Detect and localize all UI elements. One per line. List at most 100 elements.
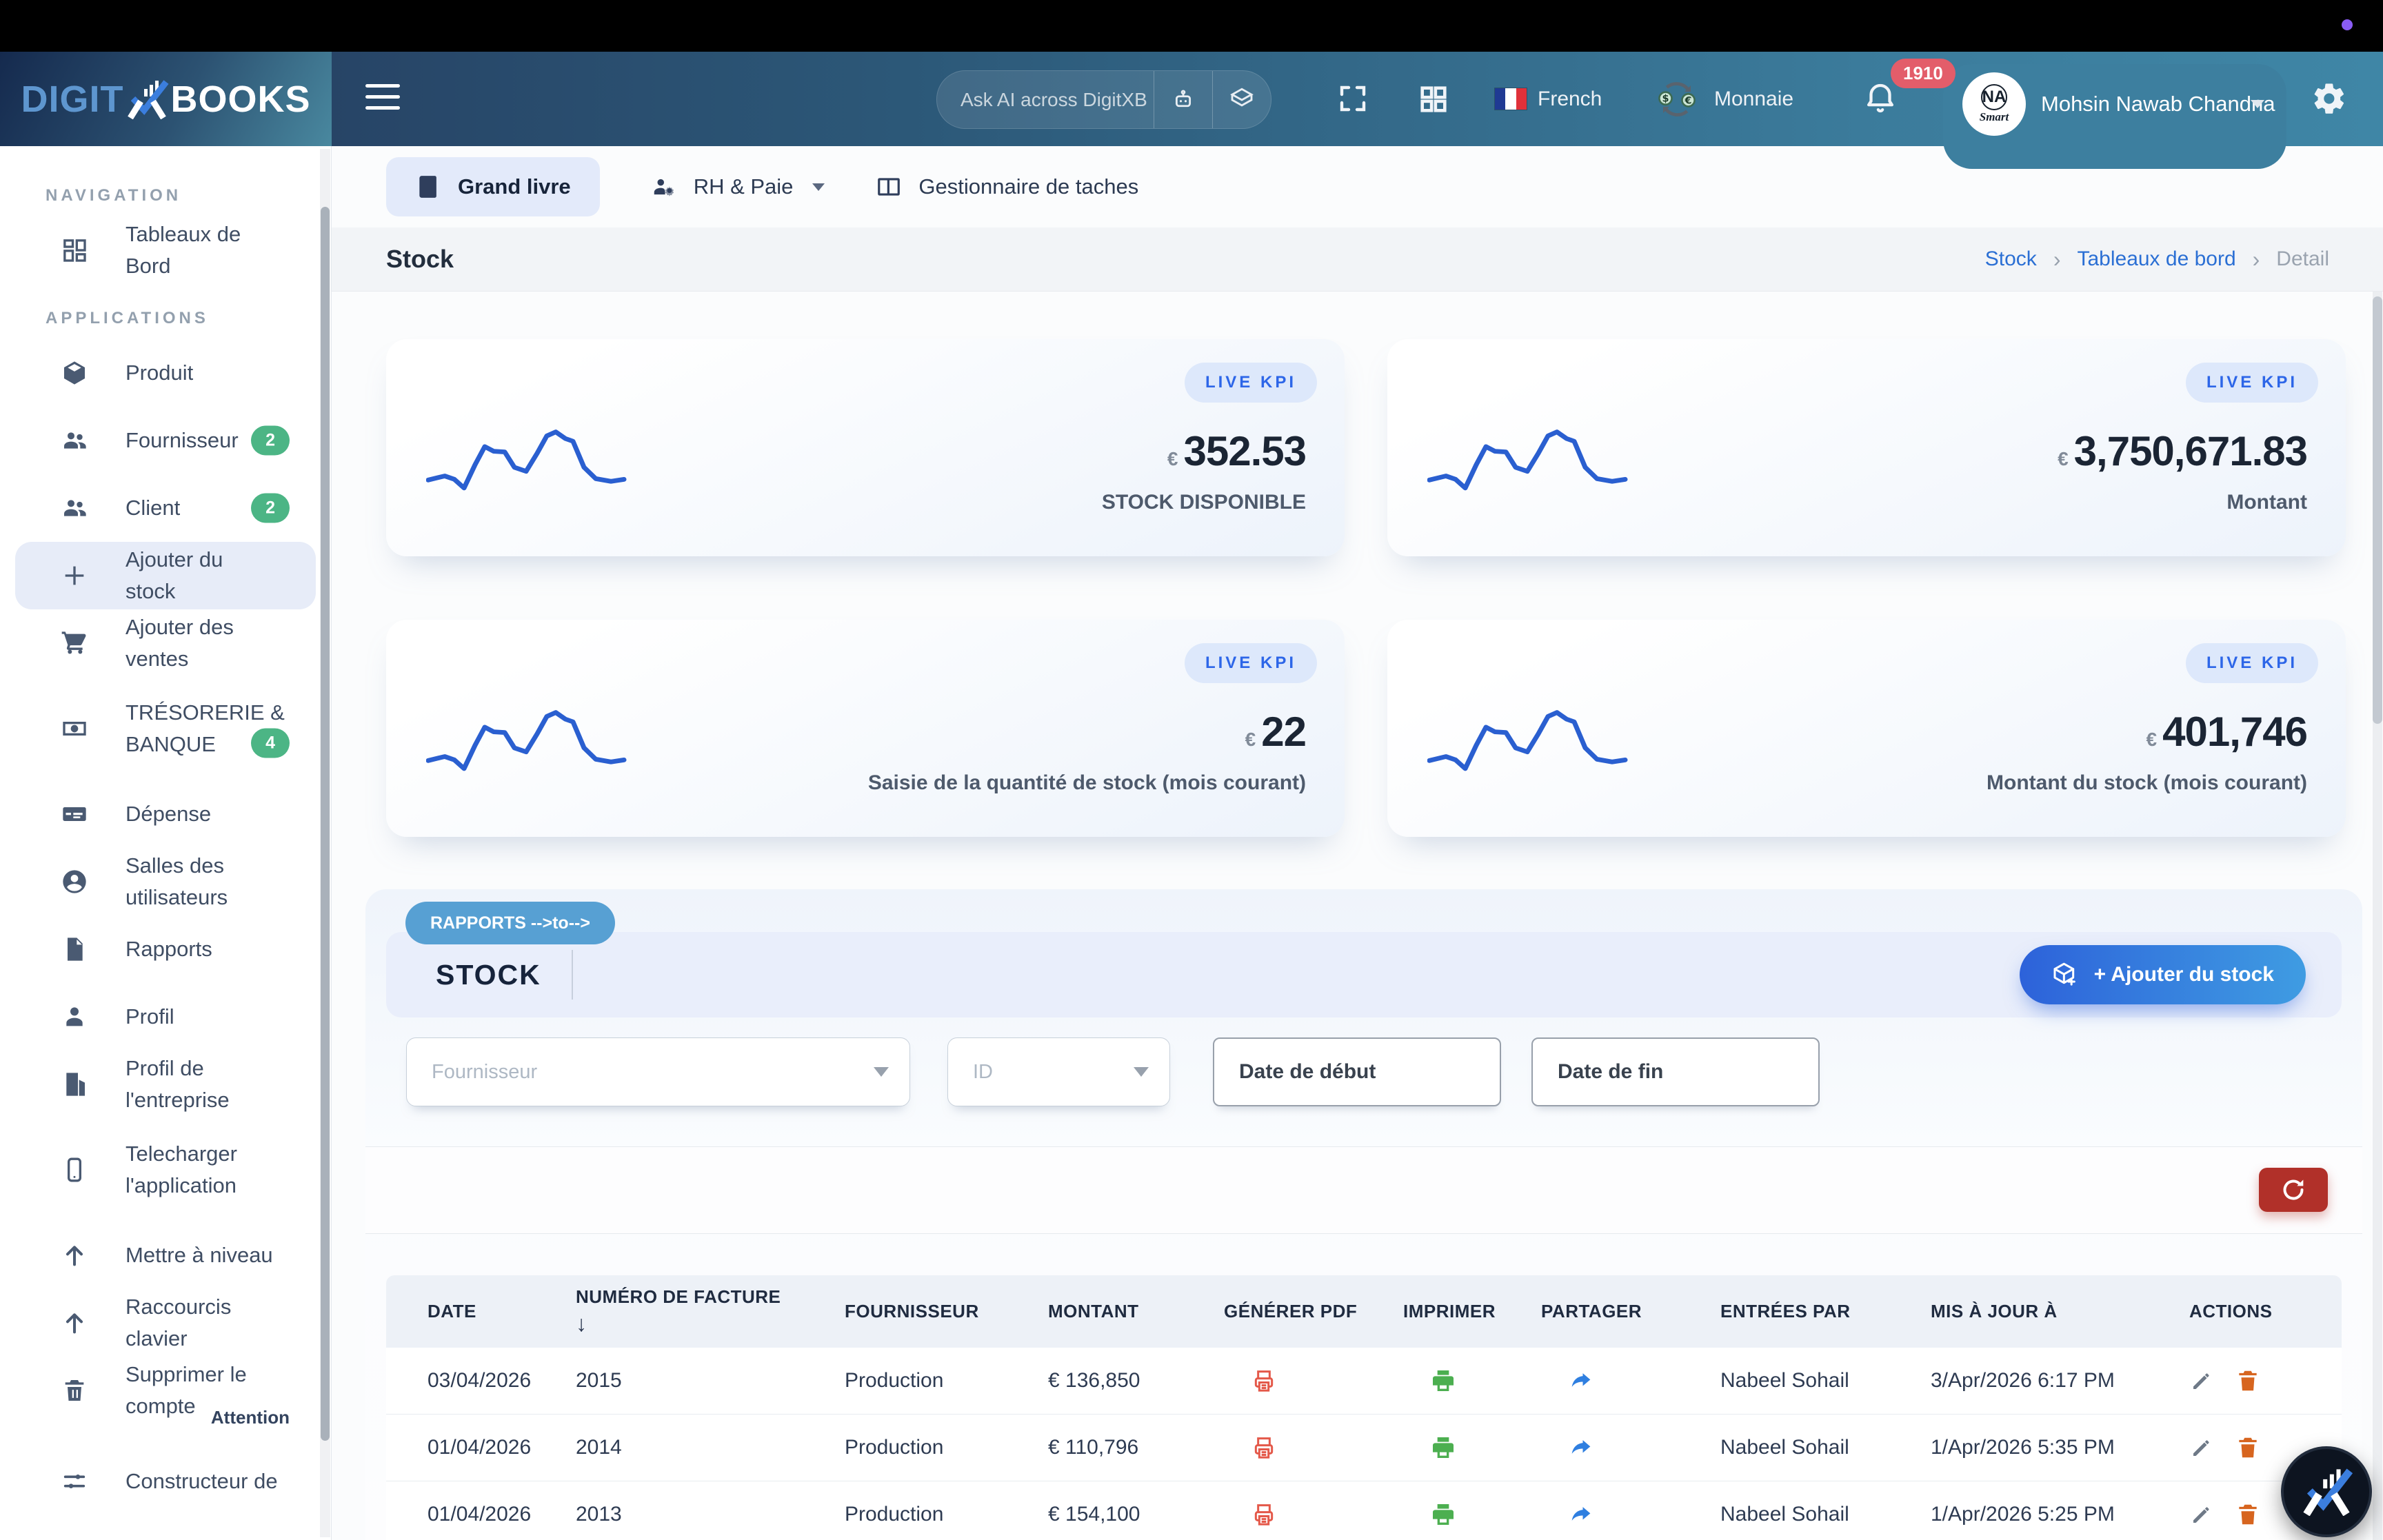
sidebar-item-fournisseur[interactable]: Fournisseur 2 (0, 407, 331, 474)
sidebar-item-produit[interactable]: Produit (0, 339, 331, 407)
sidebar-item-profil[interactable]: Profil (0, 983, 331, 1051)
cell-invoice: 2013 (576, 1503, 845, 1526)
live-kpi-badge: LIVE KPI (1185, 643, 1317, 683)
fournisseur-filter-select[interactable]: Fournisseur (406, 1037, 910, 1106)
box-plus-icon (2051, 961, 2079, 989)
sparkline-chart (1427, 682, 1634, 789)
tab-label: Grand livre (458, 174, 571, 199)
cell-supplier: Production (845, 1503, 1048, 1526)
sidebar-item-raccourcis-clavier[interactable]: Raccourcis clavier (0, 1289, 331, 1357)
sidebar-item-profil-entreprise[interactable]: Profil de l'entreprise (0, 1051, 331, 1118)
sidebar-item-rapports[interactable]: Rapports (0, 915, 331, 983)
tab-grand-livre[interactable]: Grand livre (386, 157, 600, 216)
live-kpi-badge: LIVE KPI (2186, 363, 2318, 403)
delete-trash-icon[interactable] (2235, 1368, 2261, 1394)
refresh-button[interactable] (2259, 1168, 2328, 1212)
table-toolbar (365, 1146, 2362, 1234)
print-icon[interactable] (1429, 1434, 1457, 1461)
share-icon[interactable] (1567, 1367, 1595, 1395)
sidebar-item-depense[interactable]: Dépense (0, 780, 331, 848)
kpi-value: 401,746 (2162, 708, 2307, 756)
screen-top-bar (0, 0, 2383, 52)
add-stock-button[interactable]: + Ajouter du stock (2020, 945, 2306, 1004)
expand-chevron-icon[interactable] (2341, 1369, 2342, 1392)
live-kpi-badge: LIVE KPI (1185, 363, 1317, 403)
logo-text-books: BOOKS (170, 78, 310, 121)
svg-text:$: $ (1662, 94, 1669, 105)
currency-selector[interactable]: Monnaie (1714, 52, 1793, 146)
date-end-label: Date de fin (1558, 1060, 1663, 1084)
select-placeholder: Fournisseur (432, 1061, 537, 1084)
brand-floating-button[interactable] (2281, 1446, 2372, 1537)
date-start-input[interactable]: Date de début (1213, 1037, 1501, 1106)
svg-text:€: € (1685, 95, 1692, 106)
gear-icon[interactable] (2311, 81, 2347, 116)
breadcrumb-tableaux[interactable]: Tableaux de bord (2077, 247, 2235, 271)
language-selector[interactable]: French (1538, 52, 1602, 146)
user-menu[interactable]: NASmart Mohsin Nawab Chandna (1943, 64, 2286, 169)
breadcrumb-stock[interactable]: Stock (1985, 247, 2037, 271)
sidebar-item-client[interactable]: Client 2 (0, 474, 331, 542)
stock-table: DATE NUMÉRO DE FACTURE↓ FOURNISSEUR MONT… (386, 1275, 2342, 1540)
sidebar: NAVIGATION Tableaux de Bord APPLICATIONS… (0, 146, 332, 1540)
share-icon[interactable] (1567, 1501, 1595, 1528)
tab-gestionnaire-de-taches[interactable]: Gestionnaire de taches (876, 174, 1138, 200)
sidebar-item-mettre-a-niveau[interactable]: Mettre à niveau (0, 1222, 331, 1289)
digitxbooks-logo: DIGIT BOOKS (21, 78, 310, 121)
edit-pencil-icon[interactable] (2189, 1502, 2214, 1527)
generate-pdf-icon[interactable] (1250, 1501, 1278, 1528)
edit-pencil-icon[interactable] (2189, 1368, 2214, 1393)
bell-icon[interactable] (1862, 79, 1899, 116)
main-scrollbar-thumb[interactable] (2373, 296, 2382, 724)
currency-symbol: € (1245, 729, 1256, 751)
share-icon[interactable] (1567, 1434, 1595, 1461)
date-start-label: Date de début (1239, 1060, 1376, 1084)
generate-pdf-icon[interactable] (1250, 1367, 1278, 1395)
cell-amount: € 154,100 (1048, 1503, 1224, 1526)
print-icon[interactable] (1429, 1367, 1457, 1395)
id-filter-select[interactable]: ID (947, 1037, 1170, 1106)
section-title: STOCK (436, 959, 541, 991)
date-end-input[interactable]: Date de fin (1531, 1037, 1820, 1106)
chevron-down-icon (812, 183, 825, 191)
print-icon[interactable] (1429, 1501, 1457, 1528)
attention-note: Attention (211, 1407, 290, 1428)
breadcrumb-detail: Detail (2276, 247, 2329, 271)
cell-amount: € 136,850 (1048, 1369, 1224, 1392)
currency-exchange-icon[interactable]: $ € (1655, 77, 1699, 121)
cell-entered-by: Nabeel Sohail (1720, 1436, 1931, 1459)
sort-desc-icon[interactable]: ↓ (576, 1310, 835, 1337)
hamburger-menu-icon[interactable] (365, 84, 400, 110)
sidebar-item-supprimer-le-compte[interactable]: Supprimer le compte Attention (0, 1357, 331, 1424)
sliders-icon (61, 1468, 88, 1495)
caret-down-icon (1134, 1067, 1149, 1077)
tab-rh-paie[interactable]: RH & Paie (651, 174, 825, 200)
delete-trash-icon[interactable] (2235, 1435, 2261, 1461)
col-supplier: FOURNISSEUR (845, 1300, 1048, 1323)
sidebar-item-constructeur[interactable]: Constructeur de (0, 1448, 331, 1515)
sidebar-item-salles-des-utilisateurs[interactable]: Salles des utilisateurs (0, 848, 331, 915)
ai-search-input[interactable] (937, 89, 1154, 111)
sidebar-item-tableaux-de-bord[interactable]: Tableaux de Bord (0, 216, 331, 284)
package-diamond-icon[interactable] (1212, 71, 1271, 128)
kpi-card-montant: LIVE KPI €3,750,671.83 Montant (1387, 339, 2346, 556)
logo-box[interactable]: DIGIT BOOKS (0, 52, 332, 146)
cell-entered-by: Nabeel Sohail (1720, 1503, 1931, 1526)
sidebar-item-tresorerie-banque[interactable]: TRÉSORERIE & BANQUE 4 (0, 677, 331, 780)
fullscreen-icon[interactable] (1336, 82, 1369, 115)
robot-icon[interactable] (1154, 71, 1212, 128)
apps-grid-icon[interactable] (1418, 83, 1449, 115)
france-flag-icon[interactable] (1495, 88, 1527, 110)
sidebar-item-ajouter-du-stock[interactable]: Ajouter du stock (15, 542, 316, 609)
sidebar-item-telecharger-application[interactable]: Telecharger l'application (0, 1118, 331, 1222)
edit-pencil-icon[interactable] (2189, 1435, 2214, 1460)
profile-icon (61, 1003, 88, 1031)
page-header: Stock Stock › Tableaux de bord › Detail (332, 227, 2383, 292)
delete-trash-icon[interactable] (2235, 1501, 2261, 1528)
user-name: Mohsin Nawab Chandna (2041, 92, 2275, 116)
sidebar-item-ajouter-des-ventes[interactable]: Ajouter des ventes (0, 609, 331, 677)
breadcrumb-separator: › (2253, 247, 2260, 272)
trash-icon (61, 1377, 88, 1404)
sidebar-scrollbar-thumb[interactable] (321, 207, 330, 1441)
generate-pdf-icon[interactable] (1250, 1434, 1278, 1461)
